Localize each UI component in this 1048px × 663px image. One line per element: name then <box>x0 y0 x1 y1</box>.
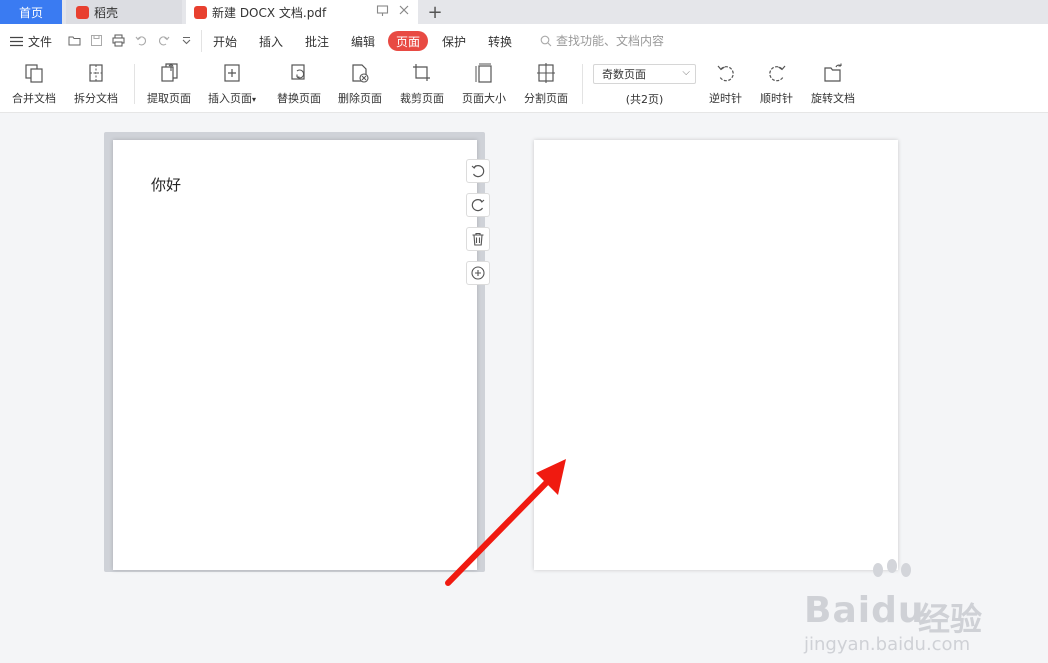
menu-bar: 文件 开始 插入 批注 编辑 页面 保护 转换 查找功能、文档内容 <box>0 24 1048 58</box>
rotate-document-button[interactable]: 旋转文档 <box>811 62 855 106</box>
insert-page-icon <box>224 64 240 82</box>
replace-page-button[interactable]: 替换页面 <box>277 62 321 106</box>
rotate-cw-label: 顺时针 <box>760 92 793 105</box>
menu-protect[interactable]: 保护 <box>442 33 466 50</box>
file-menu-label: 文件 <box>28 35 53 49</box>
rotate-left-icon <box>471 165 485 178</box>
rotate-document-icon <box>824 63 842 82</box>
search-icon <box>540 35 552 46</box>
save-icon[interactable] <box>90 34 103 47</box>
menu-annotate[interactable]: 批注 <box>305 33 329 50</box>
merge-icon <box>25 64 43 83</box>
search-placeholder: 查找功能、文档内容 <box>556 34 665 48</box>
watermark-url: jingyan.baidu.com <box>804 634 971 655</box>
tab-document-label: 新建 DOCX 文档.pdf <box>212 5 327 20</box>
menu-divider <box>201 30 202 52</box>
insert-page-button[interactable]: 插入页面▾ <box>208 62 256 106</box>
ribbon-divider <box>134 64 135 104</box>
menu-insert[interactable]: 插入 <box>259 33 283 50</box>
file-menu[interactable]: 文件 <box>10 33 52 50</box>
redo-icon[interactable] <box>157 34 170 47</box>
page-size-icon <box>475 63 492 83</box>
page-add-button[interactable] <box>466 261 490 285</box>
paw-logo-icon <box>873 559 911 577</box>
watermark-brand: Baidu <box>804 590 925 631</box>
page-rotate-right-button[interactable] <box>466 193 490 217</box>
search-box[interactable]: 查找功能、文档内容 <box>540 32 664 49</box>
menu-page-active[interactable]: 页面 <box>388 31 428 51</box>
split-icon <box>89 64 103 82</box>
page-side-toolbar <box>466 159 490 285</box>
page-ribbon: 合并文档 拆分文档 提取页面 插入页面▾ 替换页面 删除页面 裁剪页面 页面大小… <box>0 58 1048 113</box>
menu-convert[interactable]: 转换 <box>488 33 512 50</box>
crop-page-icon <box>413 64 430 81</box>
page-size-button[interactable]: 页面大小 <box>462 62 506 106</box>
undo-icon[interactable] <box>135 34 148 47</box>
divide-page-icon <box>537 63 555 83</box>
menu-start[interactable]: 开始 <box>213 33 237 50</box>
trash-icon <box>472 232 484 246</box>
delete-page-icon <box>352 64 369 83</box>
split-label: 拆分文档 <box>74 92 118 105</box>
crop-label: 裁剪页面 <box>400 92 444 105</box>
red-arrow-annotation <box>445 459 566 586</box>
plus-icon: + <box>427 1 443 23</box>
delete-label: 删除页面 <box>338 92 382 105</box>
print-icon[interactable] <box>112 34 125 47</box>
chevron-down-icon: ⌵ <box>682 67 690 78</box>
page-range-select[interactable]: 奇数页面 ⌵ <box>593 64 696 84</box>
page-1-text: 你好 <box>151 176 182 194</box>
crop-page-button[interactable]: 裁剪页面 <box>400 62 444 106</box>
split-document-button[interactable]: 拆分文档 <box>74 62 118 106</box>
ribbon-divider <box>582 64 583 104</box>
merge-document-button[interactable]: 合并文档 <box>12 62 56 106</box>
tab-home-label: 首页 <box>18 5 43 20</box>
menu-edit[interactable]: 编辑 <box>351 33 375 50</box>
merge-label: 合并文档 <box>12 92 56 105</box>
divide-page-button[interactable]: 分割页面 <box>524 62 568 106</box>
extract-label: 提取页面 <box>147 92 191 105</box>
divide-label: 分割页面 <box>524 92 568 105</box>
rotate-ccw-label: 逆时针 <box>709 92 742 105</box>
page-thumbnail-1[interactable]: 你好 <box>113 140 477 570</box>
customize-toolbar-icon[interactable] <box>180 34 193 47</box>
close-tab-icon[interactable] <box>398 4 410 20</box>
new-tab-button[interactable]: + <box>424 0 446 24</box>
hamburger-icon <box>10 36 23 47</box>
rotate-counterclockwise-button[interactable]: 逆时针 <box>709 62 742 106</box>
open-folder-icon[interactable] <box>68 34 81 47</box>
pin-window-icon[interactable] <box>376 4 389 21</box>
tab-home[interactable]: 首页 <box>0 0 62 24</box>
insert-label: 插入页面▾ <box>208 92 257 105</box>
tab-bar: 首页 稻壳 新建 DOCX 文档.pdf + <box>0 0 1048 24</box>
rotate-right-icon <box>471 199 485 212</box>
pdf-file-icon <box>194 5 207 19</box>
rotate-document-label: 旋转文档 <box>811 92 855 105</box>
plus-circle-icon <box>471 266 485 280</box>
page-thumbnail-2[interactable] <box>534 140 898 570</box>
rotate-cw-icon <box>768 65 785 82</box>
baidu-jingyan-watermark: Baidu 经验 jingyan.baidu.com <box>800 559 1000 663</box>
page-size-label: 页面大小 <box>462 92 506 105</box>
page-rotate-left-button[interactable] <box>466 159 490 183</box>
tab-daoke[interactable]: 稻壳 <box>66 0 182 24</box>
extract-page-icon <box>161 63 178 82</box>
page-count-label: (共2页) <box>625 93 664 106</box>
rotate-clockwise-button[interactable]: 顺时针 <box>760 62 793 106</box>
document-canvas[interactable]: 你好 Baidu 经验 jingyan.baidu.com <box>0 113 1048 655</box>
replace-label: 替换页面 <box>277 92 321 105</box>
menu-page-label: 页面 <box>395 34 420 49</box>
extract-page-button[interactable]: 提取页面 <box>147 62 191 106</box>
tab-document[interactable]: 新建 DOCX 文档.pdf <box>186 0 418 24</box>
replace-page-icon <box>291 64 305 80</box>
page-range-value: 奇数页面 <box>602 68 646 81</box>
rotate-ccw-icon <box>717 65 734 82</box>
daoke-logo-icon <box>76 5 89 19</box>
tab-daoke-label: 稻壳 <box>94 5 119 20</box>
page-delete-button[interactable] <box>466 227 490 251</box>
delete-page-button[interactable]: 删除页面 <box>338 62 382 106</box>
